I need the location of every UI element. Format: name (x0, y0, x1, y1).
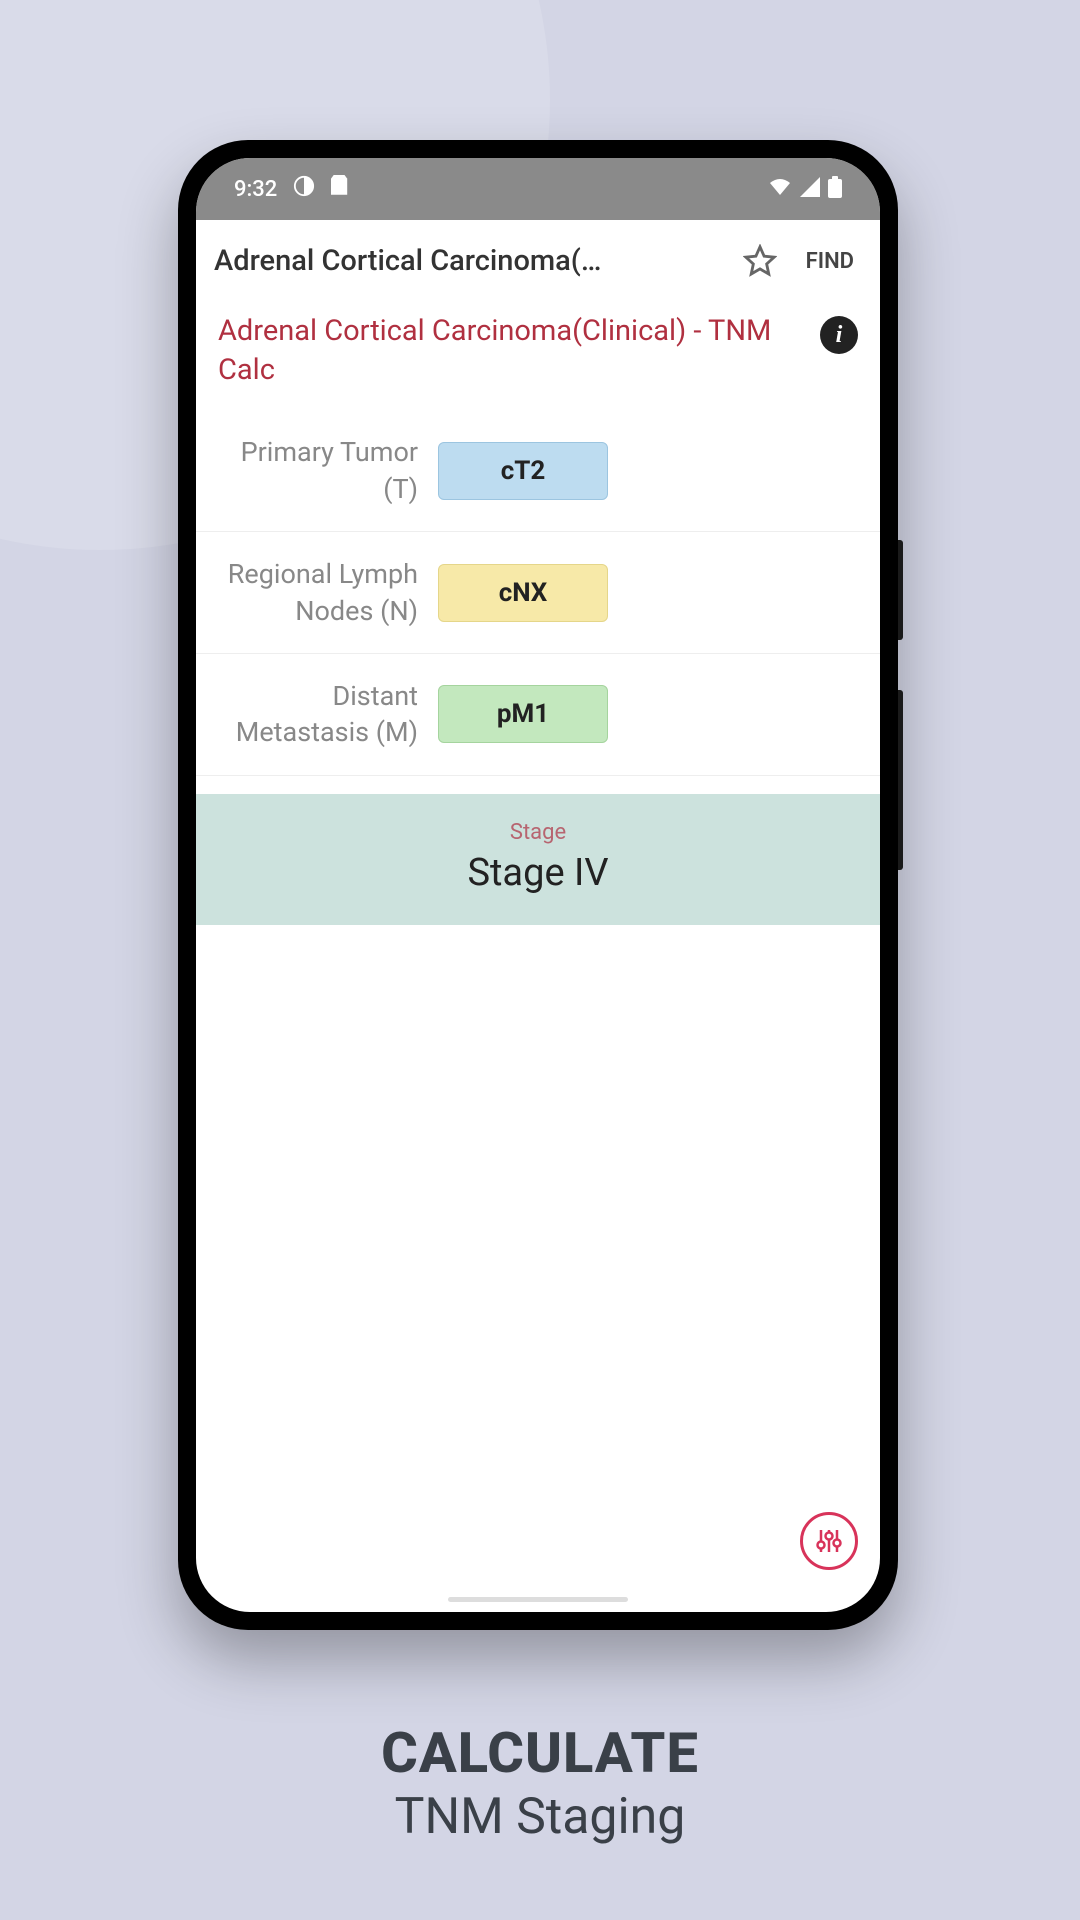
info-icon: i (836, 322, 843, 349)
param-label-n: Regional Lymph Nodes (N) (218, 556, 418, 629)
page-title: Adrenal Cortical Carcinoma(… (214, 244, 722, 278)
sd-card-icon (331, 175, 349, 203)
param-label-t: Primary Tumor (T) (218, 434, 418, 507)
wifi-icon (768, 177, 792, 201)
subtitle-row: Adrenal Cortical Carcinoma(Clinical) - T… (196, 302, 880, 410)
param-row-m: Distant Metastasis (M) pM1 (196, 654, 880, 776)
battery-icon (828, 176, 842, 202)
phone-frame: 9:32 Adrenal Cort (178, 140, 898, 1630)
settings-fab[interactable] (800, 1512, 858, 1570)
sliders-icon (814, 1526, 844, 1556)
param-value-n[interactable]: cNX (438, 564, 608, 622)
param-value-m[interactable]: pM1 (438, 685, 608, 743)
marketing-line-2: TNM Staging (0, 1788, 1080, 1846)
result-label: Stage (196, 820, 880, 845)
find-button[interactable]: FIND (798, 249, 862, 274)
calc-title: Adrenal Cortical Carcinoma(Clinical) - T… (218, 312, 804, 390)
param-label-m: Distant Metastasis (M) (218, 678, 418, 751)
home-indicator[interactable] (448, 1597, 628, 1602)
phone-screen: 9:32 Adrenal Cort (196, 158, 880, 1612)
status-time: 9:32 (234, 177, 277, 202)
favorite-button[interactable] (740, 241, 780, 281)
marketing-caption: CALCULATE TNM Staging (0, 1720, 1080, 1846)
status-app-icon (293, 175, 315, 203)
phone-side-button (898, 540, 903, 640)
param-row-n: Regional Lymph Nodes (N) cNX (196, 532, 880, 654)
marketing-line-1: CALCULATE (0, 1720, 1080, 1786)
param-value-t[interactable]: cT2 (438, 442, 608, 500)
status-bar: 9:32 (196, 158, 880, 220)
result-value: Stage IV (196, 851, 880, 895)
star-icon (743, 244, 777, 278)
param-row-t: Primary Tumor (T) cT2 (196, 410, 880, 532)
app-bar: Adrenal Cortical Carcinoma(… FIND (196, 220, 880, 302)
info-button[interactable]: i (820, 316, 858, 354)
signal-icon (800, 177, 820, 201)
phone-side-button (898, 690, 903, 870)
result-block: Stage Stage IV (196, 794, 880, 925)
